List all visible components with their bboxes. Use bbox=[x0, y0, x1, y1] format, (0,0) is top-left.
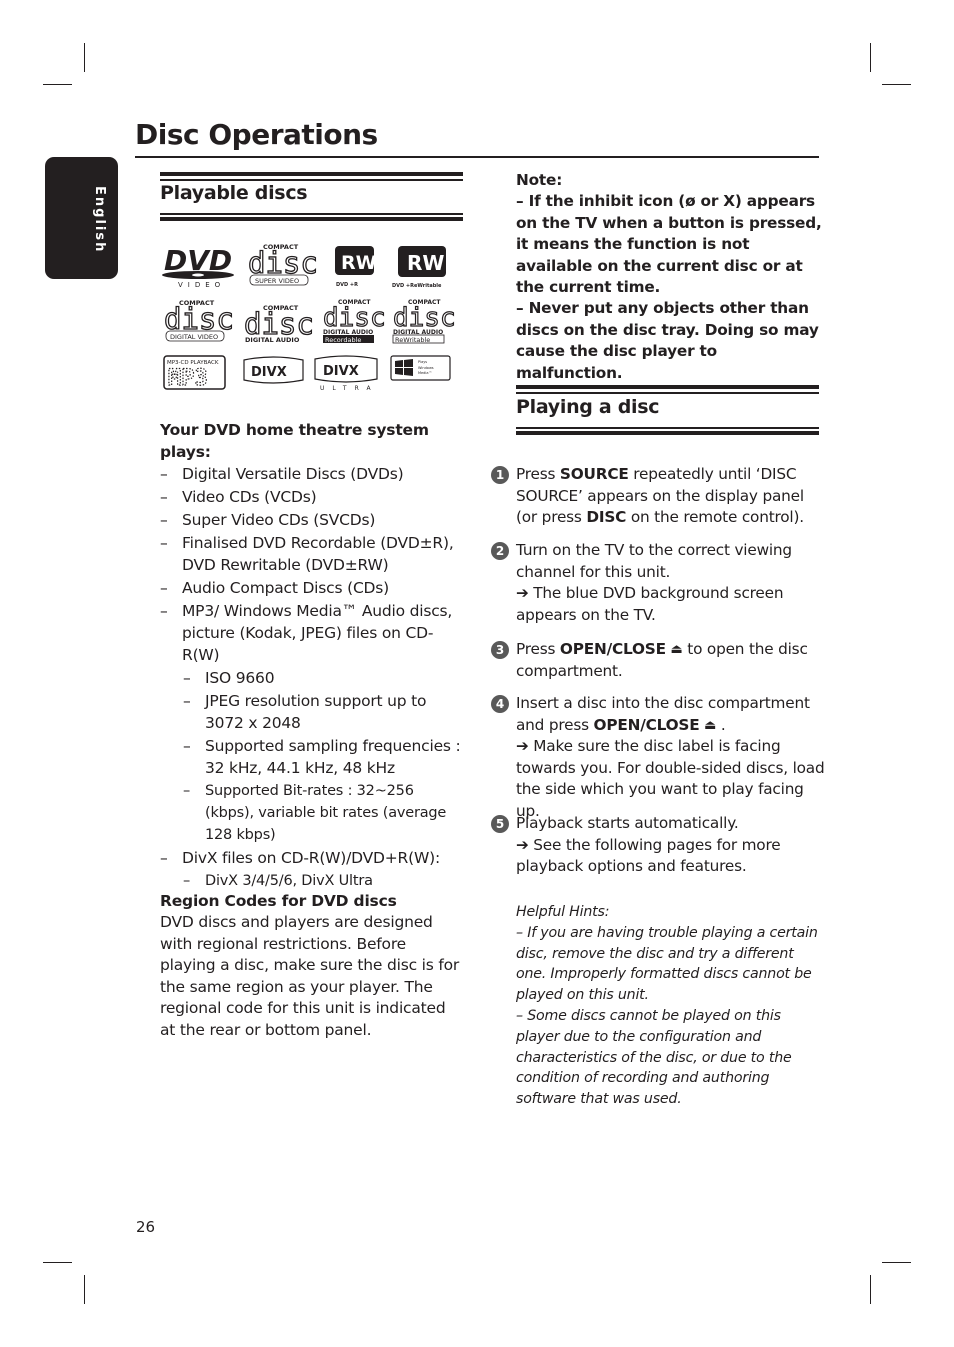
sub-list-item: – ISO 9660 bbox=[183, 669, 275, 687]
crop-mark bbox=[870, 1275, 871, 1304]
svg-text:Plays: Plays bbox=[418, 360, 427, 364]
step-result: ➔ See the following pages for more playb… bbox=[516, 835, 781, 876]
compact-disc-recordable-logo: COMPACT disc DIGITAL AUDIO Recordable bbox=[322, 299, 386, 344]
svg-text:ULTRA: ULTRA bbox=[320, 385, 379, 392]
step-1: 1 Press SOURCE repeatedly until ‘DISC SO… bbox=[491, 464, 826, 529]
disc-logos: DVD VIDEO COMPACT disc SUPER VIDEO RW DV… bbox=[162, 243, 456, 392]
region-codes-text: DVD discs and players are designed with … bbox=[160, 913, 460, 1039]
crop-mark bbox=[882, 84, 911, 85]
language-tab-label: English bbox=[92, 186, 107, 254]
step-number-icon: 4 bbox=[491, 695, 509, 713]
step-number-icon: 3 bbox=[491, 641, 509, 659]
section-rule bbox=[516, 431, 819, 435]
step-result: ➔ Make sure the disc label is facing tow… bbox=[516, 737, 825, 820]
crop-mark bbox=[870, 43, 871, 72]
list-item: – Digital Versatile Discs (DVDs) bbox=[160, 465, 404, 483]
note-line: – If the inhibit icon (ø or X) appears o… bbox=[516, 192, 822, 297]
crop-mark bbox=[43, 84, 72, 85]
source-button-ref: SOURCE bbox=[559, 465, 629, 483]
step-5: 5 Playback starts automatically. ➔ See th… bbox=[491, 813, 826, 878]
svg-text:DIGITAL AUDIO: DIGITAL AUDIO bbox=[323, 329, 373, 336]
note-box: Note: – If the inhibit icon (ø or X) app… bbox=[516, 170, 826, 384]
step-4: 4 Insert a disc into the disc compartmen… bbox=[491, 693, 826, 823]
svg-text:ReWritable: ReWritable bbox=[395, 336, 430, 344]
sub-list-item: – Supported sampling frequencies : 32 kHz… bbox=[183, 737, 461, 777]
dvd-video-logo: DVD VIDEO bbox=[162, 244, 234, 289]
section-rule bbox=[160, 213, 463, 215]
windows-media-logo: Plays Windows Media™ bbox=[390, 355, 451, 381]
list-item: – Super Video CDs (SVCDs) bbox=[160, 511, 376, 529]
section-rule bbox=[516, 385, 819, 389]
svg-text:Windows: Windows bbox=[418, 366, 434, 370]
svg-text:RW: RW bbox=[407, 251, 444, 275]
svg-text:RW: RW bbox=[341, 252, 377, 274]
hint-line: – Some discs cannot be played on this pl… bbox=[516, 1007, 792, 1108]
crop-mark bbox=[882, 1262, 911, 1263]
disc-button-ref: DISC bbox=[586, 508, 627, 527]
eject-icon: ⏏ bbox=[670, 642, 683, 657]
list-item: – MP3/ Windows Media™ Audio discs, pictur… bbox=[160, 602, 453, 664]
svg-text:MP3: MP3 bbox=[168, 366, 208, 391]
divx-ultra-logo: DIVX ULTRA bbox=[314, 355, 379, 392]
step-number-icon: 1 bbox=[491, 466, 509, 484]
svg-text:VIDEO: VIDEO bbox=[178, 281, 225, 289]
section-rule bbox=[160, 179, 463, 181]
eject-icon: ⏏ bbox=[704, 717, 717, 733]
plays-heading: Your DVD home theatre system plays: bbox=[160, 421, 429, 461]
svg-text:DVD +ReWritable: DVD +ReWritable bbox=[392, 283, 442, 289]
dvd-plus-r-logo: RW DVD +R bbox=[335, 246, 377, 288]
crop-mark bbox=[84, 43, 85, 72]
section-rule bbox=[516, 392, 819, 394]
section-title-playable-discs: Playable discs bbox=[160, 182, 308, 204]
svg-text:DIVX: DIVX bbox=[323, 364, 359, 379]
crop-mark bbox=[43, 1262, 72, 1263]
sub-list-item: – DivX 3/4/5/6, DivX Ultra bbox=[183, 873, 373, 889]
hints-heading: Helpful Hints: bbox=[516, 904, 610, 920]
sub-list-item: – JPEG resolution support up to 3072 x 20… bbox=[183, 692, 427, 732]
svg-text:Media™: Media™ bbox=[418, 371, 432, 375]
compact-disc-digital-audio-logo: COMPACT disc DIGITAL AUDIO bbox=[243, 304, 314, 344]
divx-logo: DIVX bbox=[243, 356, 304, 384]
compact-disc-super-video-logo: COMPACT disc SUPER VIDEO bbox=[247, 243, 318, 286]
section-title-playing-a-disc: Playing a disc bbox=[516, 396, 660, 418]
playable-disc-list: – Digital Versatile Discs (DVDs) – Video C… bbox=[160, 463, 465, 893]
compact-disc-rewritable-logo: COMPACT disc DIGITAL AUDIO ReWritable bbox=[392, 299, 456, 344]
region-codes-heading: Region Codes for DVD discs bbox=[160, 892, 397, 910]
compact-disc-digital-video-logo: COMPACT disc DIGITAL VIDEO bbox=[163, 299, 234, 342]
svg-text:SUPER VIDEO: SUPER VIDEO bbox=[255, 277, 299, 285]
step-3: 3 Press OPEN/CLOSE ⏏ to open the disc co… bbox=[491, 639, 826, 682]
svg-text:DIGITAL VIDEO: DIGITAL VIDEO bbox=[170, 333, 218, 341]
list-item: – DivX files on CD-R(W)/DVD+R(W): bbox=[160, 849, 440, 867]
open-close-button-ref: OPEN/CLOSE bbox=[559, 640, 666, 658]
sub-list-item: – Supported Bit-rates : 32~256 (kbps), va… bbox=[183, 783, 447, 843]
page-number: 26 bbox=[136, 1218, 156, 1236]
title-divider bbox=[135, 156, 819, 158]
hint-line: – If you are having trouble playing a ce… bbox=[516, 924, 818, 1004]
mp3-cd-playback-logo: MP3-CD PLAYBACK MP3 bbox=[163, 355, 226, 392]
dvd-plus-rewritable-logo: RW DVD +ReWritable bbox=[392, 246, 446, 289]
svg-text:DIGITAL AUDIO: DIGITAL AUDIO bbox=[245, 336, 300, 344]
page-title: Disc Operations bbox=[135, 118, 378, 151]
list-item: – Finalised DVD Recordable (DVD±R), DVD R… bbox=[160, 534, 454, 574]
open-close-button-ref: OPEN/CLOSE bbox=[593, 715, 700, 734]
svg-text:DIVX: DIVX bbox=[251, 365, 287, 380]
crop-mark bbox=[84, 1275, 85, 1304]
svg-text:Recordable: Recordable bbox=[325, 336, 361, 344]
note-heading: Note: bbox=[516, 171, 563, 189]
helpful-hints: Helpful Hints: – If you are having troub… bbox=[516, 902, 826, 1110]
svg-text:DVD +R: DVD +R bbox=[336, 282, 358, 288]
language-tab bbox=[45, 157, 118, 279]
section-rule bbox=[160, 172, 463, 176]
step-result: ➔ The blue DVD background screen appears… bbox=[516, 584, 784, 624]
section-rule bbox=[516, 427, 819, 429]
note-line: – Never put any objects other than discs… bbox=[516, 299, 819, 382]
list-item: – Video CDs (VCDs) bbox=[160, 488, 317, 506]
step-number-icon: 5 bbox=[491, 815, 509, 833]
step-number-icon: 2 bbox=[491, 542, 509, 560]
section-rule bbox=[160, 217, 463, 221]
list-item: – Audio Compact Discs (CDs) bbox=[160, 579, 390, 597]
step-2: 2 Turn on the TV to the correct viewing … bbox=[491, 540, 826, 626]
